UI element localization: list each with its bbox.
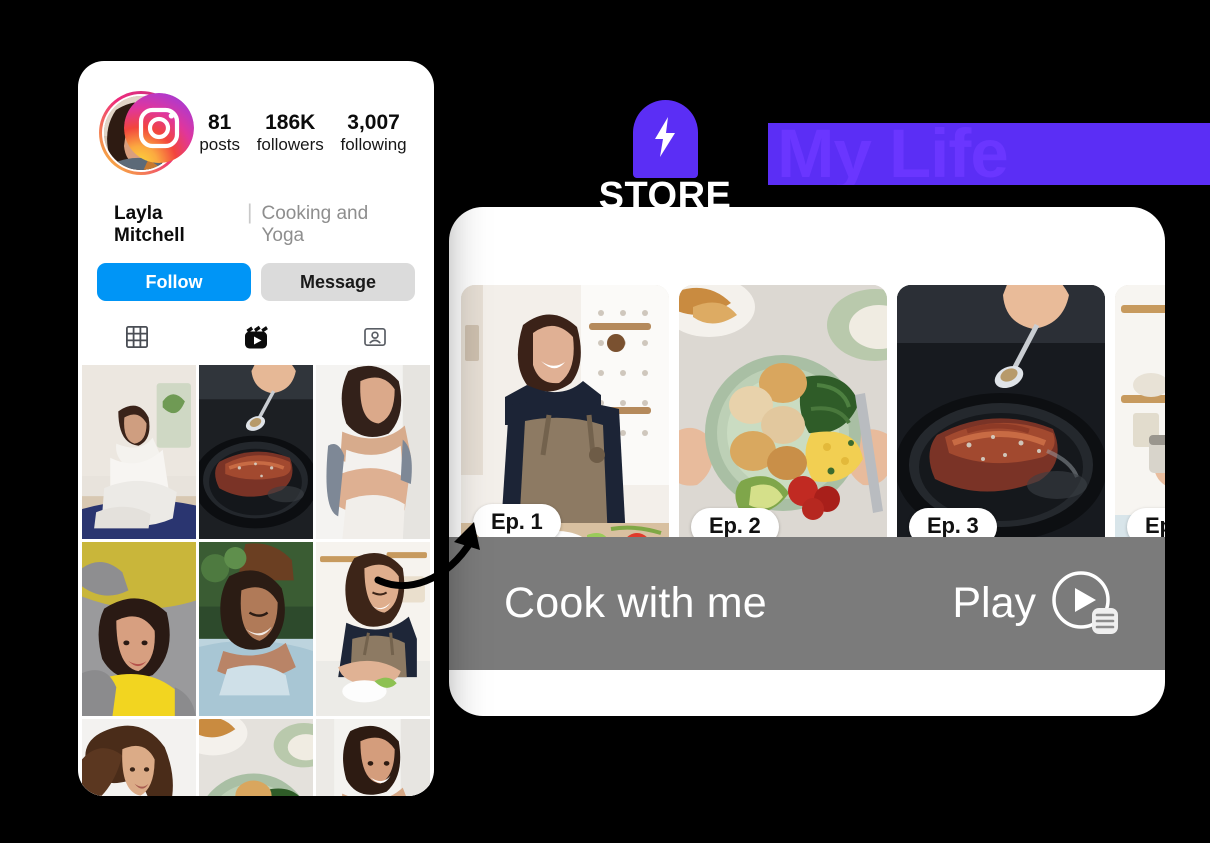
stat-label: following	[340, 134, 407, 154]
tagged-tab[interactable]	[315, 318, 434, 356]
episode-card[interactable]: Ep. 1	[461, 285, 669, 560]
play-bar-title: Cook with me	[504, 579, 767, 627]
stat-posts: 81 posts	[199, 111, 240, 155]
message-button[interactable]: Message	[261, 263, 415, 301]
grid-post[interactable]	[199, 365, 313, 539]
grid-icon	[126, 326, 149, 348]
tv-store-card: Ep. 1 Ep. 2 Ep. 3 E Cook with me Play	[449, 207, 1165, 716]
purple-banner: My Life	[768, 123, 1210, 185]
grid-post[interactable]	[82, 365, 196, 539]
play-control-bar: Cook with me Play	[449, 537, 1165, 670]
play-circle-playlist-icon[interactable]	[1048, 568, 1120, 640]
banner-wordmark: My Life	[777, 123, 1009, 185]
store-dome-shape	[632, 100, 698, 178]
grid-post[interactable]	[316, 542, 430, 716]
profile-tabs	[78, 318, 434, 356]
stat-number: 186K	[265, 111, 316, 135]
profile-name-row: Layla Mitchell | Cooking and Yoga	[97, 201, 415, 247]
stat-number: 81	[207, 111, 232, 135]
episode-card[interactable]: Ep.	[1115, 285, 1165, 560]
posts-grid	[78, 365, 434, 796]
stat-label: followers	[256, 134, 324, 154]
episode-card[interactable]: Ep. 3	[897, 285, 1105, 560]
lightning-bolt-icon	[655, 117, 675, 157]
grid-post[interactable]	[199, 542, 313, 716]
store-wordmark: STORE	[598, 175, 732, 217]
profile-actions: Follow Message	[78, 263, 434, 301]
profile-name: Layla Mitchell	[114, 203, 185, 246]
tv-card-inner: Ep. 1 Ep. 2 Ep. 3 E Cook with me Play	[449, 207, 1165, 716]
episode-strip[interactable]: Ep. 1 Ep. 2 Ep. 3 E	[461, 285, 1165, 560]
posts-grid-tab[interactable]	[78, 318, 197, 356]
stat-label: posts	[199, 134, 240, 154]
grid-post[interactable]	[316, 365, 430, 539]
instagram-header: 81 posts 186K followers 3,007 following …	[78, 61, 434, 247]
tagged-icon	[363, 327, 386, 347]
name-separator: |	[247, 201, 253, 224]
instagram-logo-icon	[124, 93, 194, 163]
reels-tab[interactable]	[197, 318, 316, 356]
play-label: Play	[952, 579, 1036, 627]
grid-post[interactable]	[316, 719, 430, 796]
episode-card[interactable]: Ep. 2	[679, 285, 887, 560]
reels-icon	[245, 325, 268, 349]
stat-number: 3,007	[347, 111, 400, 135]
grid-post[interactable]	[199, 719, 313, 796]
profile-category: Cooking and Yoga	[261, 203, 369, 246]
grid-post[interactable]	[82, 719, 196, 796]
store-logo: STORE	[594, 100, 736, 217]
follow-button[interactable]: Follow	[97, 263, 251, 301]
page-root: Ep. 1 Ep. 2 Ep. 3 E Cook with me Play ST…	[0, 0, 1210, 843]
profile-stats: 81 posts 186K followers 3,007 following	[183, 111, 415, 155]
play-button[interactable]: Play	[952, 568, 1120, 640]
grid-post[interactable]	[82, 542, 196, 716]
stat-following[interactable]: 3,007 following	[340, 111, 406, 155]
stat-followers[interactable]: 186K followers	[257, 111, 324, 155]
instagram-profile-card: 81 posts 186K followers 3,007 following …	[78, 61, 434, 796]
